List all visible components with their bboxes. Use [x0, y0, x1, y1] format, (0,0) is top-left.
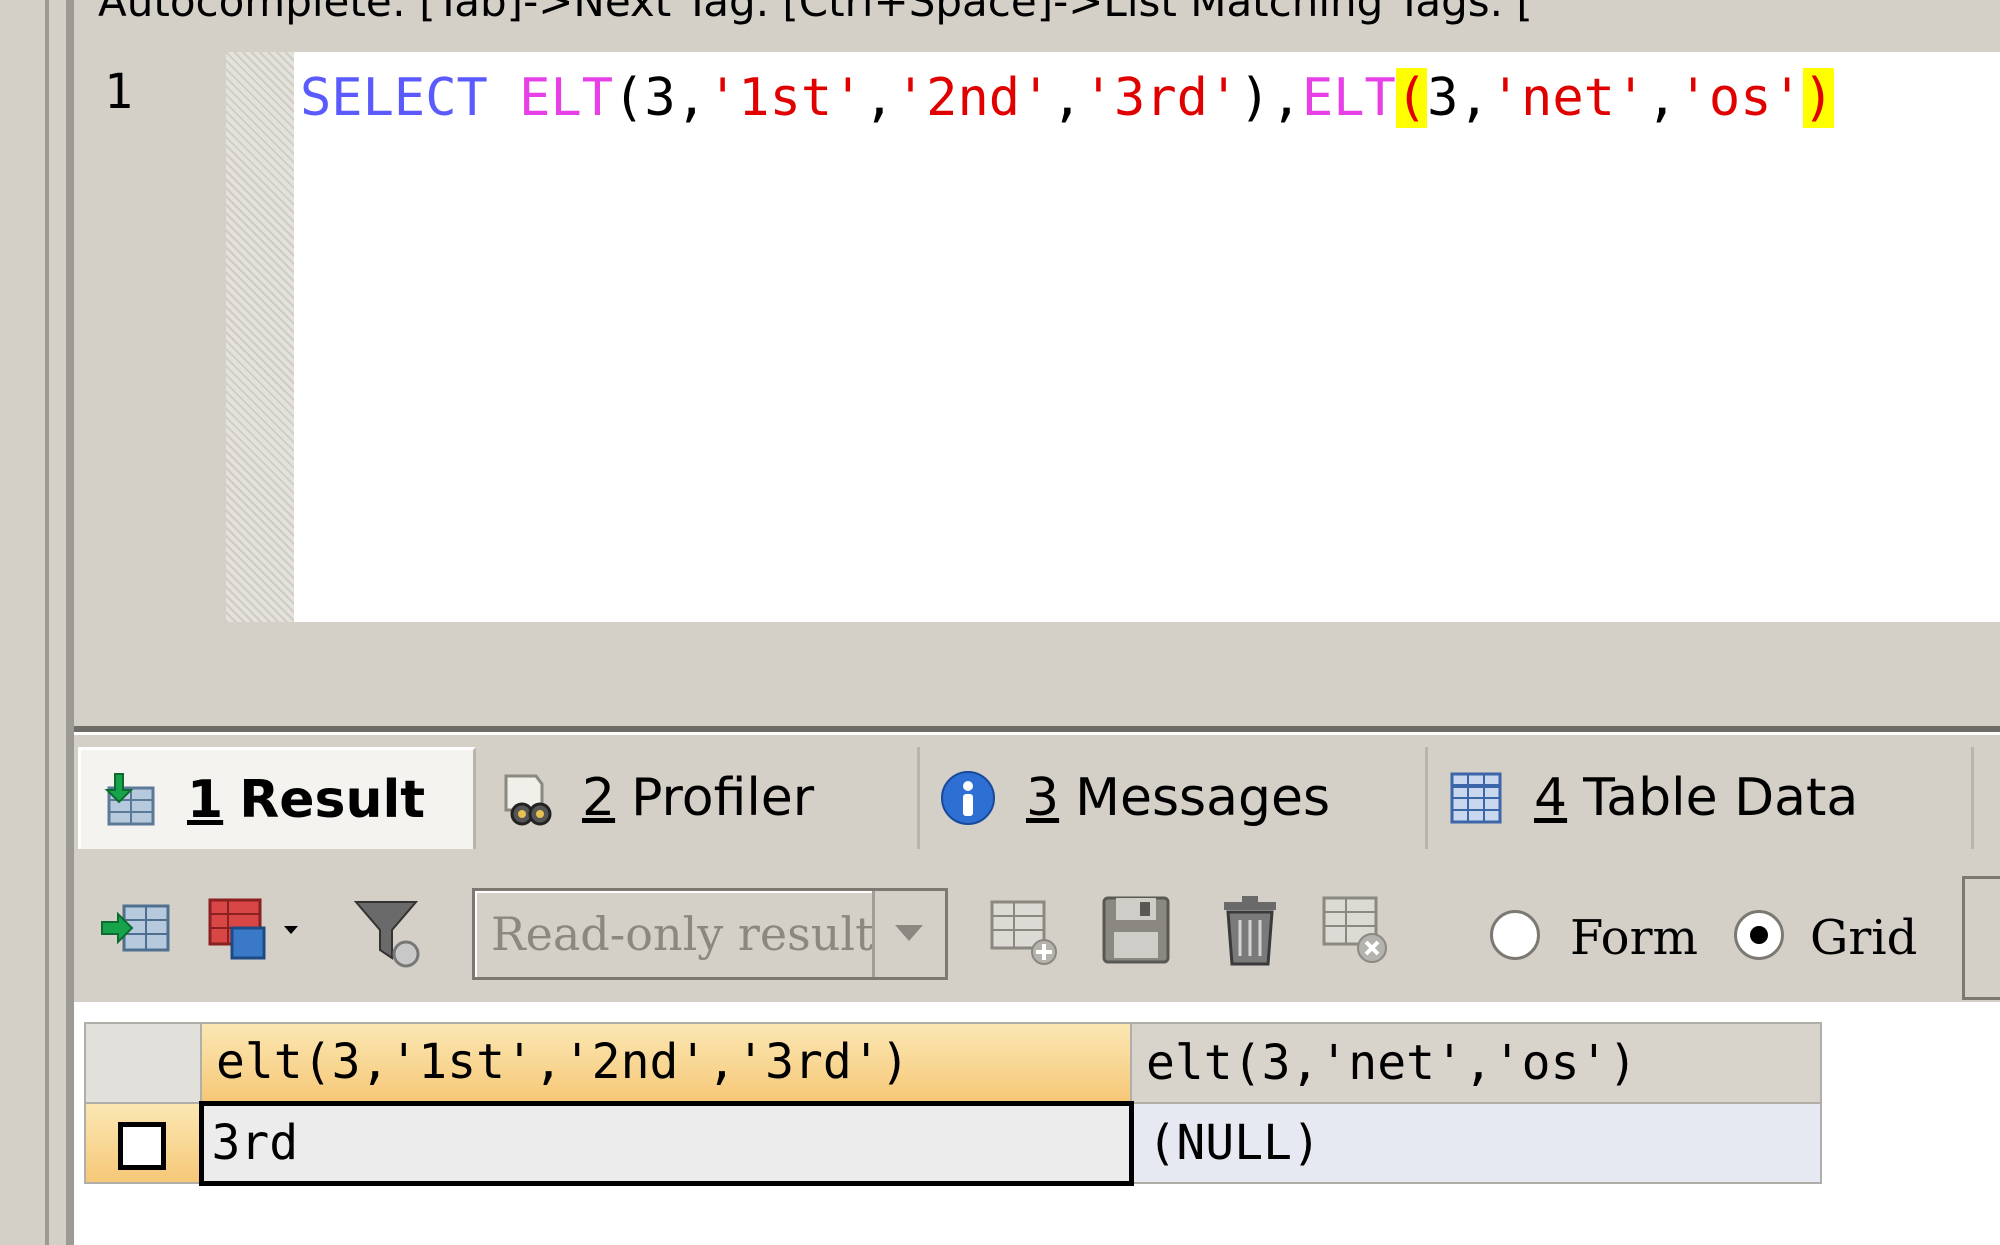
code-punctuation: ,: [863, 68, 895, 128]
info-icon: [940, 770, 996, 826]
chevron-down-icon[interactable]: [872, 891, 945, 977]
frame-divider-2: [66, 0, 74, 1245]
cancel-changes-icon[interactable]: [1318, 892, 1398, 972]
toolbar-overflow-button[interactable]: [1962, 876, 2000, 1000]
code-punctuation: ,: [1051, 68, 1083, 128]
result-grid: elt(3,'1st','2nd','3rd') elt(3,'net','os…: [84, 1022, 1822, 1186]
frame-divider: [45, 0, 49, 1245]
column-header[interactable]: elt(3,'net','os'): [1130, 1022, 1822, 1104]
export-icon[interactable]: [98, 892, 178, 972]
radio-grid[interactable]: [1734, 910, 1784, 960]
profiler-icon: [496, 770, 552, 826]
radio-form-label: Form: [1570, 910, 1699, 966]
column-header[interactable]: elt(3,'1st','2nd','3rd'): [200, 1022, 1132, 1104]
tab-number: 3: [1026, 768, 1060, 828]
code-punctuation: (3,: [613, 68, 707, 128]
grid-cell[interactable]: (NULL): [1130, 1102, 1822, 1184]
radio-grid-label: Grid: [1810, 910, 1916, 966]
delete-icon[interactable]: [1210, 892, 1290, 972]
add-row-icon[interactable]: [986, 892, 1066, 972]
grid-corner[interactable]: [84, 1022, 202, 1104]
function-elt: ELT: [1301, 68, 1396, 128]
tab-profiler[interactable]: 2 Profiler: [476, 747, 920, 849]
autocomplete-hint-bar: Autocomplete: [Tab]->Next Tag. [Ctrl+Spa…: [98, 0, 1533, 26]
filter-icon[interactable]: [350, 892, 430, 972]
string-literal: '3rd': [1082, 68, 1240, 128]
result-tabstrip: 1 Result 2 Profiler 3 Messages 4 Table D…: [74, 732, 2000, 865]
string-literal: 'net': [1489, 68, 1647, 128]
code-pane[interactable]: SELECT ELT(3,'1st','2nd','3rd'),ELT(3,'n…: [294, 52, 2000, 622]
tab-label: Table Data: [1583, 768, 1859, 828]
line-number: 1: [104, 64, 133, 120]
string-literal: '2nd': [894, 68, 1052, 128]
function-elt: ELT: [519, 68, 614, 128]
tab-result[interactable]: 1 Result: [78, 747, 476, 849]
tab-label: Profiler: [631, 768, 815, 828]
table-row: 3rd (NULL): [84, 1100, 1822, 1186]
row-checkbox[interactable]: [118, 1122, 167, 1170]
code-punctuation: ,: [1646, 68, 1678, 128]
radio-form[interactable]: [1490, 910, 1540, 960]
matched-bracket-close: ): [1802, 68, 1835, 128]
tab-messages[interactable]: 3 Messages: [920, 747, 1428, 849]
code-line[interactable]: SELECT ELT(3,'1st','2nd','3rd'),ELT(3,'n…: [300, 58, 1835, 138]
save-icon[interactable]: [1096, 892, 1176, 972]
string-literal: 'os': [1677, 68, 1803, 128]
result-grid-icon: [101, 772, 157, 828]
result-grid-area: elt(3,'1st','2nd','3rd') elt(3,'net','os…: [74, 1002, 2000, 1245]
keyword-select: SELECT: [300, 68, 488, 128]
grid-cell[interactable]: 3rd: [198, 1100, 1134, 1186]
result-toolbar: [74, 862, 2000, 1002]
row-selector[interactable]: [84, 1102, 202, 1184]
copy-dropdown-icon[interactable]: [206, 892, 306, 972]
matched-bracket-open: (: [1395, 68, 1428, 128]
code-punctuation: ),: [1239, 68, 1302, 128]
table-data-icon: [1448, 770, 1504, 826]
tab-number: 4: [1534, 768, 1568, 828]
tab-number: 2: [582, 768, 616, 828]
left-frame: [0, 0, 45, 1245]
tab-label: Messages: [1075, 768, 1331, 828]
tab-label: Result: [239, 769, 426, 830]
tab-table-data[interactable]: 4 Table Data: [1428, 747, 1974, 849]
string-literal: '1st': [707, 68, 864, 128]
editor-gutter: [226, 52, 294, 622]
result-mode-value: Read-only result: [491, 907, 874, 961]
grid-header-row: elt(3,'1st','2nd','3rd') elt(3,'net','os…: [84, 1022, 1822, 1104]
result-mode-select[interactable]: Read-only result: [472, 888, 948, 980]
tab-number: 1: [187, 769, 224, 830]
code-number: 3,: [1427, 68, 1490, 128]
